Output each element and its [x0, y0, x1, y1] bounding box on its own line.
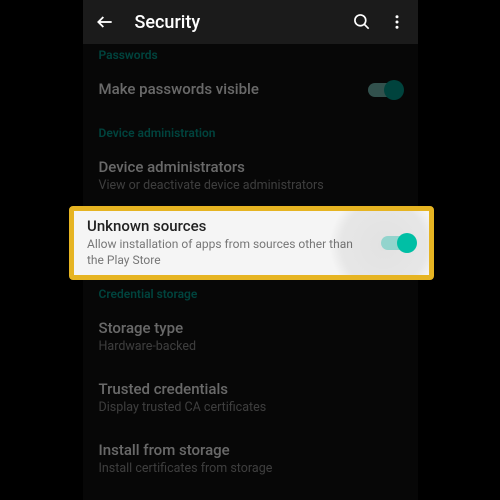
- item-title: Device administrators: [99, 158, 394, 176]
- search-icon[interactable]: [352, 12, 372, 32]
- item-subtitle: View or deactivate device administrators: [99, 178, 394, 195]
- overflow-menu-icon[interactable]: [388, 13, 406, 31]
- section-header-device-admin: Device administration: [83, 112, 418, 146]
- item-title: Storage type: [99, 319, 394, 337]
- item-title: Trusted credentials: [99, 380, 394, 398]
- toggle-switch[interactable]: [368, 83, 402, 97]
- item-subtitle: Install certificates from storage: [99, 461, 394, 478]
- setting-install-from-storage[interactable]: Install from storage Install certificate…: [83, 429, 418, 490]
- item-subtitle: Display trusted CA certificates: [99, 400, 394, 417]
- app-bar: Security: [83, 0, 418, 44]
- page-title: Security: [135, 12, 336, 33]
- item-title: Install from storage: [99, 441, 394, 459]
- item-title: Make passwords visible: [99, 80, 360, 98]
- setting-make-passwords-visible[interactable]: Make passwords visible: [83, 68, 418, 112]
- back-arrow-icon[interactable]: [95, 12, 115, 32]
- highlight-box: [69, 206, 434, 280]
- setting-trusted-credentials[interactable]: Trusted credentials Display trusted CA c…: [83, 368, 418, 429]
- section-header-passwords: Passwords: [83, 44, 418, 68]
- item-subtitle: Hardware-backed: [99, 339, 394, 356]
- setting-storage-type[interactable]: Storage type Hardware-backed: [83, 307, 418, 368]
- setting-device-administrators[interactable]: Device administrators View or deactivate…: [83, 146, 418, 207]
